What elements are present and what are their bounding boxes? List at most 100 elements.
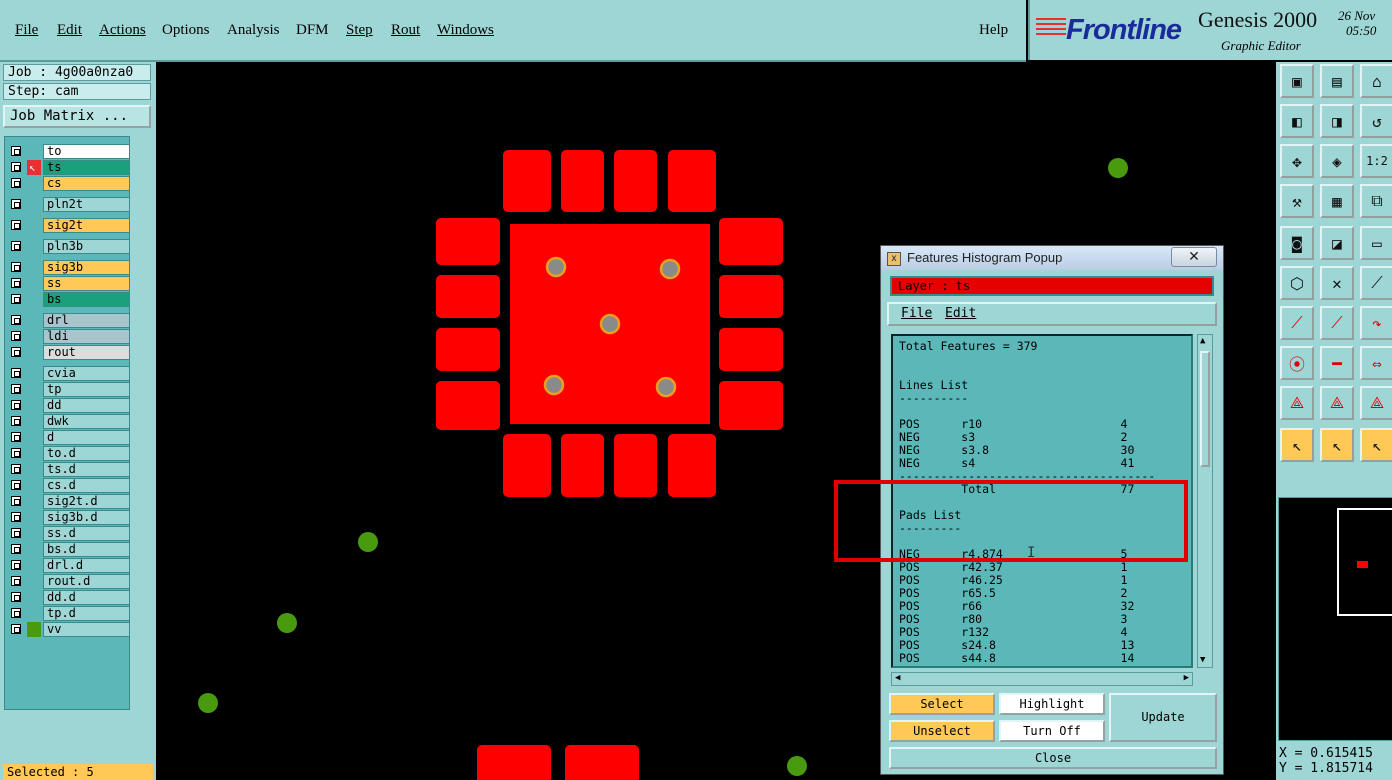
via[interactable] [198,693,218,713]
dash-icon[interactable]: ━ [1320,346,1354,380]
menu-step[interactable]: Step [346,22,373,39]
layer-name[interactable]: vv [43,622,130,637]
layer-row[interactable]: d [5,430,130,445]
grid-icon[interactable]: ▦ [1320,184,1354,218]
layer-name[interactable]: tp.d [43,606,130,621]
layer-affected-toggle[interactable] [27,510,41,525]
ruler-icon[interactable]: ▭ [1360,226,1392,260]
home-icon[interactable]: ⌂ [1360,64,1392,98]
layer-name[interactable]: dwk [43,414,130,429]
layer-row[interactable]: tp.d [5,606,130,621]
layer-checkbox[interactable] [11,400,21,410]
layer-name[interactable]: cs.d [43,478,130,493]
layer-row[interactable]: rout [5,345,130,360]
layer-name[interactable]: ss [43,276,130,291]
layer-row[interactable]: sig3b [5,260,130,275]
pad[interactable] [668,434,716,497]
layer-name[interactable]: ss.d [43,526,130,541]
layer-row[interactable]: tp [5,382,130,397]
layer-affected-toggle[interactable] [27,260,41,275]
layer-checkbox[interactable] [11,241,21,251]
via[interactable] [1108,158,1128,178]
network-icon[interactable]: ⧉ [1360,184,1392,218]
layer-name[interactable]: cs [43,176,130,191]
layer-checkbox[interactable] [11,432,21,442]
via-hole[interactable] [659,258,681,280]
zoom-in-icon[interactable]: ◈ [1320,144,1354,178]
layer-name[interactable]: pln3b [43,239,130,254]
copy-to-icon[interactable]: ▣ [1280,64,1314,98]
layer-row[interactable]: cs [5,176,130,191]
tools-icon[interactable]: ⚒ [1280,184,1314,218]
layer-checkbox[interactable] [11,448,21,458]
move-right-icon[interactable]: ◨ [1320,104,1354,138]
layer-row[interactable]: drl.d [5,558,130,573]
layer-affected-toggle[interactable] [27,606,41,621]
layer-checkbox[interactable] [11,262,21,272]
layer-affected-toggle[interactable] [27,144,41,159]
layer-checkbox[interactable] [11,315,21,325]
layer-affected-toggle[interactable] [27,382,41,397]
popup-menu-edit[interactable]: Edit [945,304,976,324]
scroll-right-icon[interactable]: ▶ [1184,673,1189,683]
pad[interactable] [436,218,500,265]
layer-row[interactable]: to [5,144,130,159]
layer-row[interactable]: cvia [5,366,130,381]
via-hole[interactable] [599,313,621,335]
layer-checkbox[interactable] [11,368,21,378]
layer-name[interactable]: tp [43,382,130,397]
layer-affected-toggle[interactable] [27,276,41,291]
pointer-icon[interactable]: ↖ [1280,428,1314,462]
via[interactable] [787,756,807,776]
move-to-icon[interactable]: ▤ [1320,64,1354,98]
layer-row[interactable]: ↖ ts [5,160,130,175]
snap-icon[interactable]: ◙ [1280,226,1314,260]
overview-map[interactable] [1278,497,1392,741]
layer-name[interactable]: bs [43,292,130,307]
layer-name[interactable]: rout.d [43,574,130,589]
layer-name[interactable]: dd.d [43,590,130,605]
layer-name[interactable]: sig3b.d [43,510,130,525]
layer-affected-toggle[interactable] [27,239,41,254]
zoom-fit-icon[interactable]: ✥ [1280,144,1314,178]
layer-affected-toggle[interactable] [27,462,41,477]
menu-analysis[interactable]: Analysis [227,22,280,39]
layer-row[interactable]: ldi [5,329,130,344]
layer-checkbox[interactable] [11,162,21,172]
polygon-icon[interactable]: ⟁ [1360,386,1392,420]
layer-affected-toggle[interactable] [27,558,41,573]
layer-row[interactable]: bs [5,292,130,307]
job-matrix-button[interactable]: Job Matrix ... [3,105,151,128]
layer-row[interactable]: sig2t [5,218,130,233]
layer-row[interactable]: ss [5,276,130,291]
pad[interactable] [719,328,783,371]
line-red-icon[interactable]: ⟋ [1320,306,1354,340]
layer-checkbox[interactable] [11,278,21,288]
layer-row[interactable]: rout.d [5,574,130,589]
layer-affected-toggle[interactable]: ↖ [27,160,41,175]
layer-name[interactable]: sig2t.d [43,494,130,509]
layer-checkbox[interactable] [11,528,21,538]
layer-affected-toggle[interactable] [27,478,41,493]
layer-name[interactable]: sig3b [43,260,130,275]
pointer-box-icon[interactable]: ↖ [1320,428,1354,462]
layer-row[interactable]: sig2t.d [5,494,130,509]
cross-icon[interactable]: ✕ [1320,266,1354,300]
layer-checkbox[interactable] [11,480,21,490]
layer-affected-toggle[interactable] [27,398,41,413]
menu-file[interactable]: File [15,22,38,39]
layer-affected-toggle[interactable] [27,345,41,360]
layer-affected-toggle[interactable] [27,197,41,212]
layer-row[interactable]: dwk [5,414,130,429]
layer-checkbox[interactable] [11,464,21,474]
layer-checkbox[interactable] [11,592,21,602]
menu-help[interactable]: Help [979,22,1008,39]
layer-checkbox[interactable] [11,294,21,304]
scale-icon[interactable]: 1:2 [1360,144,1392,178]
close-button[interactable]: Close [889,747,1217,769]
pad[interactable] [436,328,500,371]
line-icon[interactable]: ⟋ [1280,306,1314,340]
pad[interactable] [614,434,657,497]
pad[interactable] [719,275,783,318]
via[interactable] [358,532,378,552]
